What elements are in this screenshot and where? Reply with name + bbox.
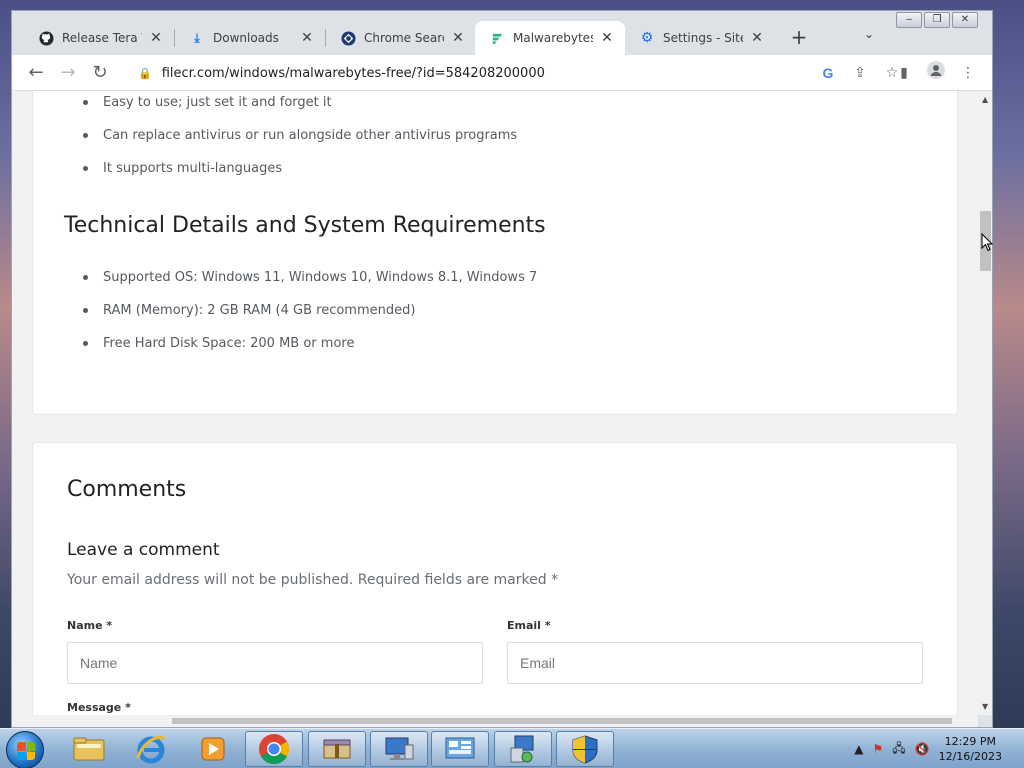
google-lens-icon[interactable]: G — [812, 65, 844, 81]
comments-heading: Comments — [67, 477, 187, 502]
share-icon[interactable]: ⇪ — [844, 65, 876, 81]
email-label: Email * — [507, 619, 551, 632]
comments-card: Comments Leave a comment Your email addr… — [32, 442, 958, 715]
list-item: RAM (Memory): 2 GB RAM (4 GB recommended… — [81, 303, 537, 336]
tab-chrome-search[interactable]: Chrome Search ✕ — [326, 21, 476, 55]
new-tab-button[interactable]: + — [787, 26, 811, 50]
close-icon[interactable]: ✕ — [599, 30, 615, 46]
vertical-scrollbar[interactable]: ▲ ▼ — [978, 91, 992, 715]
shield-icon — [572, 735, 598, 764]
page-viewport: Easy to use; just set it and forget it C… — [12, 91, 978, 715]
volume-muted-icon[interactable]: 🔇 — [915, 742, 930, 756]
taskbar-winrar-button[interactable] — [308, 731, 366, 767]
network-icon[interactable]: 🖧 — [892, 739, 905, 760]
list-item: Can replace antivirus or run alongside o… — [81, 128, 517, 161]
list-item: Easy to use; just set it and forget it — [81, 95, 517, 128]
list-item: Supported OS: Windows 11, Windows 10, Wi… — [81, 270, 537, 303]
start-button[interactable] — [6, 731, 44, 768]
article-card: Easy to use; just set it and forget it C… — [32, 91, 958, 415]
email-note: Your email address will not be published… — [67, 572, 559, 588]
close-window-button[interactable]: ✕ — [952, 12, 978, 28]
taskbar-control-panel-button[interactable] — [431, 731, 489, 767]
reload-button[interactable]: ↻ — [88, 61, 112, 85]
side-panel-icon[interactable]: ▮ — [892, 61, 916, 85]
tab-settings[interactable]: ⚙ Settings - Site s ✕ — [625, 21, 775, 55]
taskbar-ie-button[interactable] — [122, 731, 180, 767]
features-list: Easy to use; just set it and forget it C… — [81, 95, 517, 194]
chrome-icon — [259, 734, 290, 765]
taskbar: ▲ ⚑ 🖧 🔇 12:29 PM 12/16/2023 — [0, 728, 1024, 768]
email-field[interactable]: Email — [507, 642, 923, 684]
taskbar-network-setup-button[interactable] — [494, 731, 552, 767]
clock-date: 12/16/2023 — [938, 750, 1002, 763]
close-icon[interactable]: ✕ — [299, 30, 315, 46]
close-icon[interactable]: ✕ — [450, 30, 466, 46]
requirements-list: Supported OS: Windows 11, Windows 10, Wi… — [81, 270, 537, 369]
show-hidden-icons-icon[interactable]: ▲ — [854, 742, 863, 756]
taskbar-remote-desktop-button[interactable] — [370, 731, 428, 767]
leave-comment-heading: Leave a comment — [67, 540, 220, 560]
filecr-icon — [489, 30, 505, 46]
taskbar-explorer-button[interactable] — [60, 731, 118, 767]
lock-icon[interactable]: 🔒 — [138, 67, 152, 80]
minimize-button[interactable]: ‒ — [896, 12, 922, 28]
internet-explorer-icon — [136, 735, 166, 764]
list-item: Free Hard Disk Space: 200 MB or more — [81, 336, 537, 369]
clock[interactable]: 12:29 PM 12/16/2023 — [939, 734, 1002, 764]
computer-icon — [385, 737, 414, 760]
close-icon[interactable]: ✕ — [148, 30, 164, 46]
download-icon: ⤓ — [194, 30, 200, 45]
browser-toolbar: ← → ↻ 🔒 filecr.com/windows/malwarebytes-… — [12, 55, 992, 91]
tech-details-heading: Technical Details and System Requirement… — [64, 213, 546, 238]
gear-icon: ⚙ — [640, 30, 654, 46]
close-icon[interactable]: ✕ — [749, 30, 765, 46]
action-center-flag-icon[interactable]: ⚑ — [872, 742, 883, 756]
mouse-cursor-icon — [981, 232, 994, 257]
folder-icon — [73, 737, 105, 761]
horizontal-scrollbar[interactable] — [12, 715, 978, 727]
chrome-search-icon — [340, 30, 356, 46]
horizontal-scrollbar-thumb[interactable] — [172, 718, 952, 724]
tab-title: Release Tera Ter — [62, 31, 142, 45]
tab-search-button[interactable]: ⌄ — [864, 27, 874, 41]
forward-button[interactable]: → — [56, 61, 80, 85]
browser-window: Release Tera Ter ✕ ⤓ Downloads ✕ Chrome … — [11, 10, 993, 728]
name-label: Name * — [67, 619, 113, 632]
taskbar-security-button[interactable] — [556, 731, 614, 767]
media-player-icon — [201, 737, 225, 761]
window-controls: ‒ ❐ ✕ — [894, 12, 978, 28]
back-button[interactable]: ← — [24, 61, 48, 85]
name-field[interactable]: Name — [67, 642, 483, 684]
system-tray: ▲ ⚑ 🖧 🔇 12:29 PM 12/16/2023 — [854, 729, 1016, 768]
control-panel-icon — [445, 737, 475, 759]
clock-time: 12:29 PM — [944, 735, 996, 748]
message-label: Message * — [67, 701, 131, 714]
network-computer-icon — [510, 735, 534, 763]
profile-icon[interactable] — [924, 61, 948, 85]
tab-downloads[interactable]: ⤓ Downloads ✕ — [175, 21, 325, 55]
tab-title: Downloads — [213, 31, 279, 45]
tab-title: Settings - Site s — [663, 31, 743, 45]
windows-logo-icon — [17, 742, 35, 760]
github-icon — [38, 30, 54, 46]
scroll-down-arrow-icon[interactable]: ▼ — [982, 702, 988, 711]
menu-kebab-icon[interactable]: ⋮ — [956, 61, 980, 85]
tab-strip: Release Tera Ter ✕ ⤓ Downloads ✕ Chrome … — [12, 11, 992, 55]
taskbar-media-player-button[interactable] — [184, 731, 242, 767]
taskbar-chrome-button[interactable] — [245, 731, 303, 767]
url-text: filecr.com/windows/malwarebytes-free/?id… — [161, 65, 545, 81]
address-bar[interactable]: 🔒 filecr.com/windows/malwarebytes-free/?… — [124, 59, 908, 87]
tab-title: Chrome Search — [364, 31, 444, 45]
list-item: It supports multi-languages — [81, 161, 517, 194]
archive-icon — [323, 739, 351, 759]
tab-title: Malwarebytes D — [513, 31, 593, 45]
scroll-up-arrow-icon[interactable]: ▲ — [982, 95, 988, 104]
tab-release-tera-term[interactable]: Release Tera Ter ✕ — [24, 21, 174, 55]
maximize-button[interactable]: ❐ — [924, 12, 950, 28]
tab-malwarebytes[interactable]: Malwarebytes D ✕ — [475, 21, 625, 55]
